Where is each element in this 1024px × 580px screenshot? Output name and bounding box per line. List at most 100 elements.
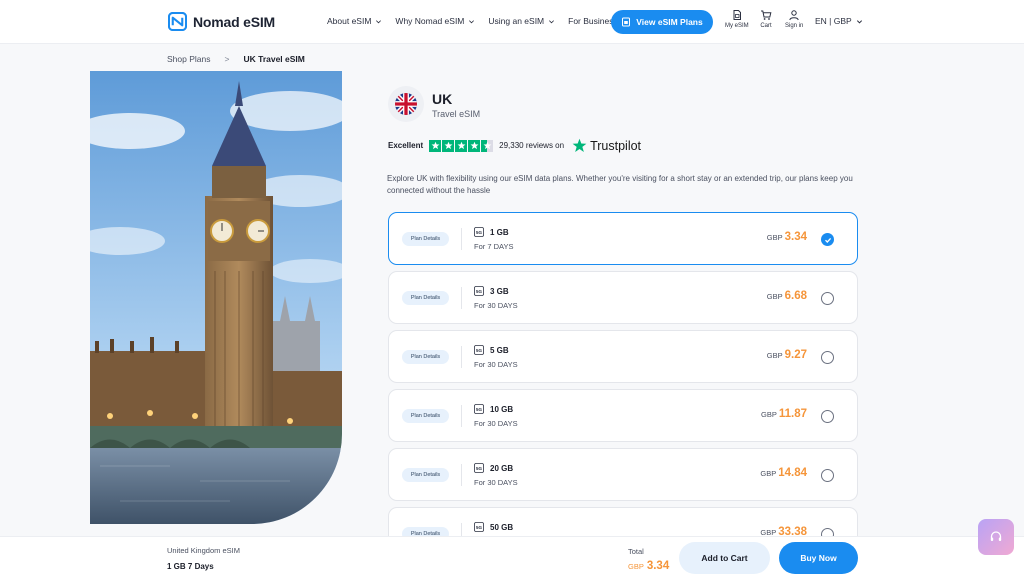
svg-text:5G: 5G [476, 348, 483, 353]
plan-data-amount: 3 GB [490, 287, 509, 296]
plan-radio[interactable] [821, 351, 834, 364]
plan-details-button[interactable]: Plan Details [402, 232, 449, 246]
divider [461, 228, 462, 250]
plan-price: GBP 6.68 [766, 290, 807, 302]
plan-price: GBP 11.87 [761, 408, 807, 420]
product-subtitle: Travel eSIM [432, 109, 481, 119]
breadcrumb-separator: > [224, 54, 230, 64]
svg-text:5G: 5G [476, 407, 483, 412]
5g-icon: 5G [474, 404, 484, 414]
brand-logo[interactable]: Nomad eSIM [168, 12, 275, 31]
support-chat-button[interactable] [978, 519, 1014, 555]
rating-label: Excellent [388, 141, 424, 150]
5g-icon: 5G [474, 345, 484, 355]
brand-name: Nomad eSIM [193, 13, 276, 30]
svg-text:5G: 5G [476, 466, 483, 471]
plan-details-button[interactable]: Plan Details [402, 409, 449, 423]
nav-using-esim[interactable]: Using an eSIM [488, 16, 555, 26]
chevron-down-icon [469, 19, 475, 23]
total-price: GBP 3.34 [628, 560, 670, 572]
plan-card[interactable]: Plan Details 5G 20 GB For 30 DAYS GBP 14… [388, 448, 858, 501]
cart-link[interactable]: Cart [760, 9, 772, 29]
signin-link[interactable]: Sign in [785, 9, 803, 29]
plan-radio-selected[interactable] [821, 233, 834, 246]
plan-radio[interactable] [821, 292, 834, 305]
trustpilot-rating[interactable]: Excellent 29,330 reviews on Trustpilot [388, 138, 641, 153]
5g-icon: 5G [474, 522, 484, 532]
checkout-product-name: United Kingdom eSIM [167, 546, 240, 555]
plan-duration: For 30 DAYS [474, 478, 518, 487]
nav-why-nomad[interactable]: Why Nomad eSIM [395, 16, 475, 26]
plan-price: GBP 14.84 [760, 467, 807, 479]
plan-card[interactable]: Plan Details 5G 5 GB For 30 DAYS GBP 9.2… [388, 330, 858, 383]
language-selector[interactable]: EN | GBP [815, 16, 863, 26]
divider [461, 287, 462, 309]
plan-radio[interactable] [821, 469, 834, 482]
breadcrumb-current: UK Travel eSIM [243, 54, 305, 64]
product-description: Explore UK with flexibility using our eS… [387, 174, 853, 195]
svg-text:5G: 5G [476, 230, 483, 235]
plan-data-amount: 50 GB [490, 523, 514, 532]
svg-text:5G: 5G [476, 289, 483, 294]
plan-duration: For 30 DAYS [474, 419, 518, 428]
divider [461, 405, 462, 427]
plan-duration: For 7 DAYS [474, 242, 514, 251]
hero-image-big-ben [90, 71, 342, 524]
breadcrumb: Shop Plans > UK Travel eSIM [167, 54, 305, 64]
add-to-cart-button[interactable]: Add to Cart [679, 542, 770, 574]
total-label: Total [628, 547, 644, 556]
star-icon [455, 139, 468, 152]
my-esim-link[interactable]: My eSIM [725, 9, 749, 29]
plan-details-button[interactable]: Plan Details [402, 468, 449, 482]
star-icon [429, 139, 442, 152]
rating-stars [429, 139, 494, 152]
plan-price: GBP 9.27 [766, 349, 807, 361]
plan-data-amount: 10 GB [490, 405, 514, 414]
check-icon [824, 237, 831, 243]
divider [461, 346, 462, 368]
plan-card[interactable]: Plan Details 5G 10 GB For 30 DAYS GBP 11… [388, 389, 858, 442]
plan-data-amount: 20 GB [490, 464, 514, 473]
nav-about-esim[interactable]: About eSIM [327, 16, 382, 26]
sim-icon [733, 10, 741, 20]
plan-duration: For 30 DAYS [474, 360, 518, 369]
5g-icon: 5G [474, 286, 484, 296]
nomad-logo-icon [168, 12, 187, 31]
svg-text:5G: 5G [476, 525, 483, 530]
headset-icon [990, 531, 1002, 541]
chevron-down-icon [376, 19, 382, 23]
5g-icon: 5G [474, 227, 484, 237]
plan-card[interactable]: Plan Details 5G 3 GB For 30 DAYS GBP 6.6… [388, 271, 858, 324]
plan-data-amount: 1 GB [490, 228, 509, 237]
breadcrumb-shop-plans[interactable]: Shop Plans [167, 54, 210, 64]
checkout-bar: United Kingdom eSIM 1 GB 7 Days Total GB… [0, 536, 1024, 580]
user-icon [789, 10, 799, 21]
reviews-count: 29,330 reviews on [499, 141, 565, 150]
uk-flag-icon [395, 93, 417, 115]
buy-now-button[interactable]: Buy Now [779, 542, 858, 574]
cart-icon [761, 10, 772, 20]
plan-details-button[interactable]: Plan Details [402, 350, 449, 364]
sim-card-icon [622, 17, 631, 27]
5g-icon: 5G [474, 463, 484, 473]
plan-duration: For 30 DAYS [474, 301, 518, 310]
plan-price: GBP 3.34 [766, 231, 807, 243]
top-header: Nomad eSIM About eSIM Why Nomad eSIM Usi… [0, 0, 1024, 44]
plan-details-button[interactable]: Plan Details [402, 291, 449, 305]
view-esim-plans-button[interactable]: View eSIM Plans [611, 10, 713, 34]
divider [461, 464, 462, 486]
star-icon [442, 139, 455, 152]
main-nav: About eSIM Why Nomad eSIM Using an eSIM … [327, 16, 618, 26]
trustpilot-logo: Trustpilot [572, 138, 641, 153]
uk-flag [388, 86, 424, 122]
half-star-icon [481, 139, 494, 152]
plan-radio[interactable] [821, 410, 834, 423]
chevron-down-icon [856, 19, 862, 23]
plan-card[interactable]: Plan Details 5G 1 GB For 7 DAYS GBP 3.34 [388, 212, 858, 265]
checkout-selected-plan: 1 GB 7 Days [167, 562, 214, 571]
plan-data-amount: 5 GB [490, 346, 509, 355]
trustpilot-star-icon [572, 138, 587, 152]
product-title: UK [432, 91, 453, 107]
chevron-down-icon [549, 19, 555, 23]
star-icon [468, 139, 481, 152]
